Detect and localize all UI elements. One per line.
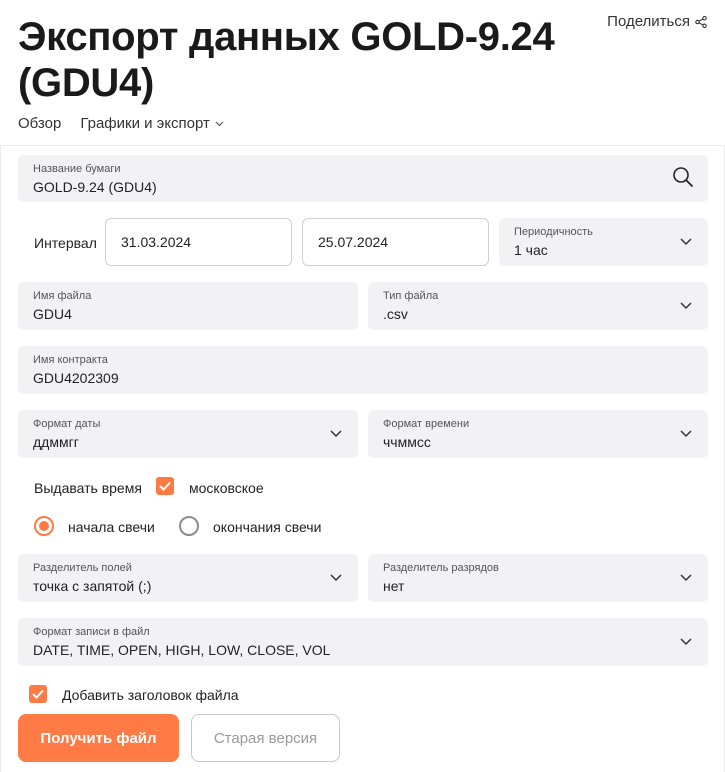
- field-separator-value: точка с запятой (;): [33, 578, 152, 594]
- field-separator-select[interactable]: Разделитель полей точка с запятой (;): [18, 554, 358, 602]
- file-type-select[interactable]: Тип файла .csv: [368, 282, 708, 330]
- field-separator-label: Разделитель полей: [33, 562, 132, 574]
- header-divider: [0, 145, 725, 146]
- time-format-select[interactable]: Формат времени ччммсс: [368, 410, 708, 458]
- search-icon[interactable]: [672, 166, 694, 188]
- add-header-checkbox[interactable]: [29, 685, 47, 703]
- moscow-time-checkbox[interactable]: [156, 477, 174, 495]
- chevron-down-icon: [215, 121, 224, 126]
- record-format-value: DATE, TIME, OPEN, HIGH, LOW, CLOSE, VOL: [33, 642, 331, 658]
- chevron-down-icon: [680, 638, 692, 646]
- check-icon: [32, 689, 44, 699]
- interval-label: Интервал: [34, 235, 97, 251]
- digit-separator-value: нет: [383, 578, 405, 594]
- contract-name-label: Имя контракта: [33, 354, 108, 366]
- chevron-down-icon: [680, 430, 692, 438]
- time-format-label: Формат времени: [383, 418, 470, 430]
- page-tabs: Обзор Графики и экспорт: [18, 115, 224, 132]
- date-to-input[interactable]: 25.07.2024: [302, 218, 489, 266]
- radio-selected-dot: [39, 521, 49, 531]
- share-icon: [695, 15, 707, 28]
- page-title: Экспорт данных GOLD-9.24 (GDU4): [18, 15, 555, 105]
- file-type-value: .csv: [383, 306, 408, 322]
- share-label: Поделиться: [607, 13, 690, 30]
- file-name-field[interactable]: Имя файла GDU4: [18, 282, 358, 330]
- tab-charts-export-label: Графики и экспорт: [80, 115, 210, 132]
- security-name-label: Название бумаги: [33, 163, 121, 175]
- tab-overview[interactable]: Обзор: [18, 115, 61, 132]
- security-name-field[interactable]: Название бумаги GOLD-9.24 (GDU4): [18, 155, 708, 202]
- file-name-label: Имя файла: [33, 290, 92, 302]
- time-format-value: ччммсс: [383, 434, 431, 450]
- date-from-input[interactable]: 31.03.2024: [105, 218, 292, 266]
- date-format-label: Формат даты: [33, 418, 101, 430]
- date-from-value: 31.03.2024: [121, 234, 192, 250]
- contract-name-value: GDU4202309: [33, 370, 119, 386]
- record-format-select[interactable]: Формат записи в файл DATE, TIME, OPEN, H…: [18, 618, 708, 666]
- candle-end-label: окончания свечи: [213, 519, 322, 535]
- contract-name-field[interactable]: Имя контракта GDU4202309: [18, 346, 708, 394]
- periodicity-select[interactable]: Периодичность 1 час: [499, 218, 708, 266]
- candle-start-radio[interactable]: [34, 516, 54, 536]
- date-to-value: 25.07.2024: [318, 234, 389, 250]
- share-button[interactable]: Поделиться: [607, 13, 707, 30]
- chevron-down-icon: [330, 430, 342, 438]
- add-header-label: Добавить заголовок файла: [62, 687, 239, 703]
- digit-separator-select[interactable]: Разделитель разрядов нет: [368, 554, 708, 602]
- date-format-value: ддммгг: [33, 434, 79, 450]
- digit-separator-label: Разделитель разрядов: [383, 562, 499, 574]
- tab-overview-label: Обзор: [18, 115, 62, 132]
- file-type-label: Тип файла: [383, 290, 439, 302]
- date-format-select[interactable]: Формат даты ддммгг: [18, 410, 358, 458]
- chevron-down-icon: [680, 574, 692, 582]
- moscow-time-label: московское: [189, 480, 264, 496]
- candle-end-radio[interactable]: [179, 516, 199, 536]
- check-icon: [159, 481, 171, 491]
- get-file-button[interactable]: Получить файл: [18, 714, 179, 762]
- chevron-down-icon: [680, 302, 692, 310]
- time-output-label: Выдавать время: [34, 480, 142, 496]
- form-frame-left: [0, 145, 1, 772]
- periodicity-label: Периодичность: [514, 226, 593, 238]
- file-name-value: GDU4: [33, 306, 72, 322]
- old-version-button[interactable]: Старая версия: [191, 714, 340, 762]
- record-format-label: Формат записи в файл: [33, 626, 150, 638]
- security-name-value: GOLD-9.24 (GDU4): [33, 179, 157, 195]
- periodicity-value: 1 час: [514, 242, 548, 258]
- tab-charts-export[interactable]: Графики и экспорт: [80, 115, 224, 132]
- chevron-down-icon: [330, 574, 342, 582]
- chevron-down-icon: [680, 238, 692, 246]
- candle-start-label: начала свечи: [68, 519, 155, 535]
